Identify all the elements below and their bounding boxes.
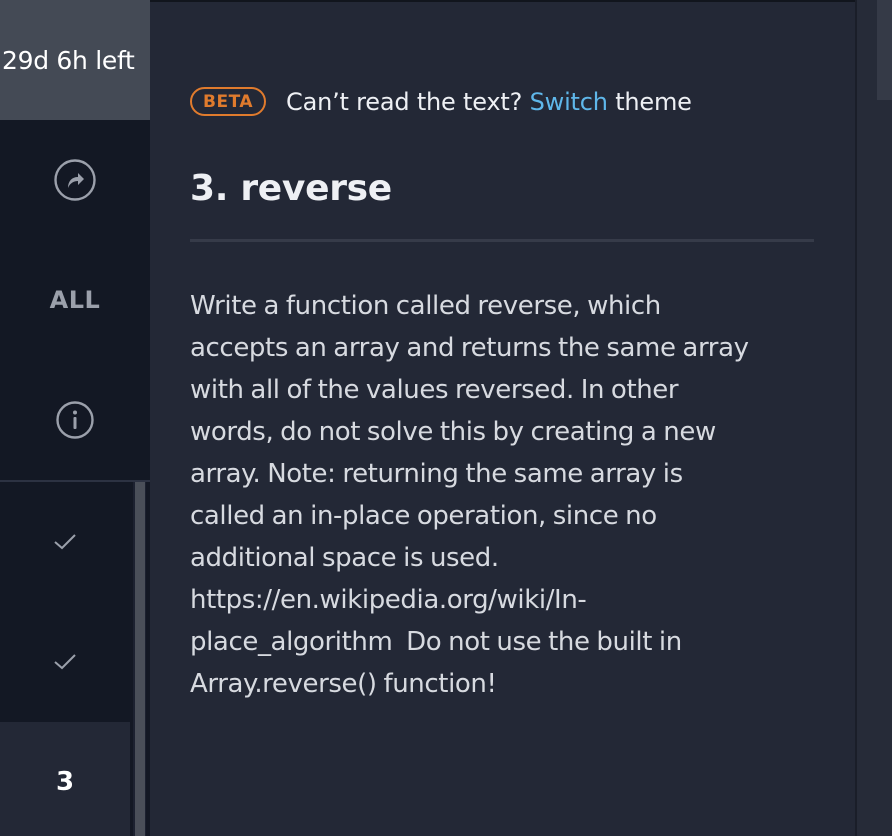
beta-badge: BETA	[190, 87, 267, 116]
description-line: additional space is used.	[190, 543, 499, 573]
share-button[interactable]	[0, 120, 150, 240]
sidebar-scrollbar[interactable]	[135, 482, 145, 836]
app-root: 29d 6h left ALL 3 BETA Can’t read the te…	[0, 0, 892, 836]
switch-theme-link[interactable]: Switch	[530, 88, 608, 116]
problem-panel: BETA Can’t read the text? Switch theme 3…	[150, 0, 855, 836]
right-scrollbar[interactable]	[877, 0, 892, 100]
description-line: accepts an array and returns the same ar…	[190, 333, 749, 363]
description-line: Write a function called reverse, which	[190, 291, 661, 321]
theme-banner-suffix: theme	[615, 87, 692, 116]
theme-banner-prefix: Can’t read the text?	[286, 87, 523, 116]
title-divider	[190, 239, 814, 242]
right-panel-edge[interactable]	[855, 0, 892, 836]
description-line: with all of the values reversed. In othe…	[190, 375, 679, 405]
description-line: called an in-place operation, since no	[190, 501, 657, 531]
problem-list: 3	[0, 482, 130, 836]
problem-description: Write a function called reverse, which a…	[190, 285, 820, 705]
description-line: Array.reverse() function!	[190, 669, 497, 699]
time-remaining-label: 29d 6h left	[2, 46, 135, 75]
description-line: array. Note: returning the same array is	[190, 459, 683, 489]
description-link-line: https://en.wikipedia.org/wiki/In-	[190, 585, 587, 615]
info-icon	[56, 401, 94, 439]
check-icon	[54, 534, 76, 550]
description-line: place_algorithm Do not use the built in	[190, 627, 682, 657]
sidebar: 29d 6h left ALL 3	[0, 0, 150, 836]
share-arrow-icon	[54, 159, 96, 201]
show-all-button[interactable]: ALL	[0, 240, 150, 360]
check-icon	[54, 654, 76, 670]
theme-banner: BETA Can’t read the text? Switch theme	[190, 87, 692, 116]
show-all-label: ALL	[49, 286, 101, 314]
time-remaining: 29d 6h left	[0, 0, 150, 120]
problem-item-3[interactable]: 3	[0, 722, 130, 836]
problem-item-1[interactable]	[0, 482, 130, 602]
problem-item-2[interactable]	[0, 602, 130, 722]
info-button[interactable]	[0, 360, 150, 480]
description-line: words, do not solve this by creating a n…	[190, 417, 716, 447]
problem-number: 3	[55, 767, 75, 797]
problem-title: 3. reverse	[190, 168, 392, 209]
theme-banner-text: Can’t read the text? Switch theme	[286, 88, 692, 116]
